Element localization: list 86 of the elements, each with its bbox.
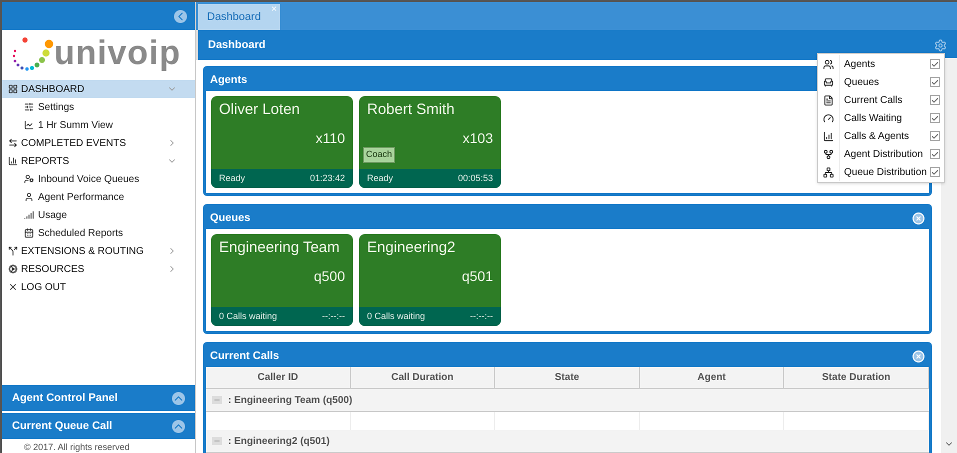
card-name: Engineering2 — [367, 238, 456, 258]
nav-icon — [8, 156, 18, 166]
close-icon[interactable] — [912, 350, 925, 362]
nav-icon — [8, 282, 18, 292]
checkbox[interactable] — [930, 167, 940, 177]
checkbox[interactable] — [930, 113, 940, 123]
column-header[interactable]: State Duration — [784, 367, 929, 388]
nav-icon — [24, 120, 34, 130]
card-time: 00:05:53 — [458, 172, 493, 185]
nav-icon — [8, 264, 18, 274]
menu-item[interactable]: Agent Distribution — [818, 145, 944, 163]
widget-icon — [823, 130, 834, 142]
widget-icon — [823, 166, 834, 178]
nav-subitem[interactable]: Agent Performance — [2, 188, 195, 206]
nav-icon — [8, 138, 18, 148]
widget-icon — [823, 148, 834, 160]
nav-item[interactable]: REPORTS — [2, 152, 195, 170]
status-card[interactable]: Robert Smith x103 Coach Ready 00:05:53 — [359, 96, 501, 188]
widget-icon — [823, 76, 834, 88]
menu-item[interactable]: Queue Distribution — [818, 163, 944, 181]
checkbox[interactable] — [930, 59, 940, 69]
menu-item[interactable]: Calls Waiting — [818, 109, 944, 127]
column-header[interactable]: Call Duration — [350, 367, 496, 388]
panel-title: Agents — [210, 72, 248, 88]
card-name: Oliver Loten — [219, 100, 300, 120]
card-name: Robert Smith — [367, 100, 455, 120]
checkbox[interactable] — [930, 131, 940, 141]
menu-item[interactable]: Agents — [818, 55, 944, 73]
panel-title: Queues — [210, 210, 250, 226]
menu-item[interactable]: Calls & Agents — [818, 127, 944, 145]
card-status: 0 Calls waiting — [219, 310, 278, 323]
toggle-icon[interactable] — [212, 437, 222, 445]
copyright-text: © 2017. All rights reserved — [24, 441, 131, 453]
card-extension: q500 — [314, 267, 345, 286]
menu-item[interactable]: Current Calls — [818, 91, 944, 109]
column-header[interactable]: State — [495, 367, 640, 388]
logo-text: univoip — [54, 36, 181, 70]
status-card[interactable]: Engineering2 q501 0 Calls waiting --:--:-- — [359, 234, 501, 326]
widget-icon — [823, 94, 834, 106]
panel-title: Current Calls — [210, 348, 280, 364]
nav-icon — [8, 246, 18, 256]
nav-item[interactable]: DASHBOARD — [2, 80, 195, 98]
coach-button[interactable]: Coach — [363, 147, 396, 162]
page-title: Dashboard — [208, 38, 266, 53]
card-extension: q501 — [462, 267, 493, 286]
nav-item[interactable]: COMPLETED EVENTS — [2, 134, 195, 152]
widget-icon — [823, 112, 834, 124]
column-header[interactable]: Caller ID — [206, 367, 351, 388]
card-status: Ready — [367, 172, 394, 185]
nav-subitem[interactable]: Usage — [2, 206, 195, 224]
nav-icon — [24, 228, 34, 238]
nav-icon — [8, 84, 18, 94]
menu-item[interactable]: Queues — [818, 73, 944, 91]
expand-icon — [172, 392, 185, 404]
nav-item[interactable]: LOG OUT — [2, 278, 195, 296]
status-card[interactable]: Oliver Loten x110 Ready 01:23:42 — [211, 96, 353, 188]
status-card[interactable]: Engineering Team q500 0 Calls waiting --:--:-- — [211, 234, 353, 326]
nav-subitem[interactable]: Settings — [2, 98, 195, 116]
toggle-icon[interactable] — [212, 396, 222, 404]
column-header[interactable]: Agent — [640, 367, 784, 388]
card-status: 0 Calls waiting — [367, 310, 426, 323]
nav-subitem[interactable]: 1 Hr Summ View — [2, 116, 195, 134]
card-extension: x103 — [462, 129, 493, 148]
nav-icon — [24, 210, 34, 220]
close-icon[interactable] — [912, 212, 925, 224]
nav-subitem[interactable]: Scheduled Reports — [2, 224, 195, 242]
card-time: --:--:-- — [322, 310, 345, 323]
widget-icon — [823, 58, 834, 70]
checkbox[interactable] — [930, 77, 940, 87]
panel-header[interactable]: Current Queue Call — [2, 413, 195, 439]
panel-header[interactable]: Agent Control Panel — [2, 385, 195, 411]
card-time: --:--:-- — [470, 310, 493, 323]
nav-item[interactable]: RESOURCES — [2, 260, 195, 278]
checkbox[interactable] — [930, 95, 940, 105]
nav-icon — [24, 174, 34, 184]
card-status: Ready — [219, 172, 246, 185]
nav-icon — [24, 192, 34, 202]
nav-icon — [24, 102, 34, 112]
nav-subitem[interactable]: Inbound Voice Queues — [2, 170, 195, 188]
expand-icon — [172, 420, 185, 432]
card-extension: x110 — [316, 129, 345, 148]
nav-item[interactable]: EXTENSIONS & ROUTING — [2, 242, 195, 260]
card-name: Engineering Team — [219, 238, 340, 258]
checkbox[interactable] — [930, 149, 940, 159]
group-row[interactable]: : Engineering2 (q501) — [206, 430, 929, 453]
card-time: 01:23:42 — [310, 172, 345, 185]
